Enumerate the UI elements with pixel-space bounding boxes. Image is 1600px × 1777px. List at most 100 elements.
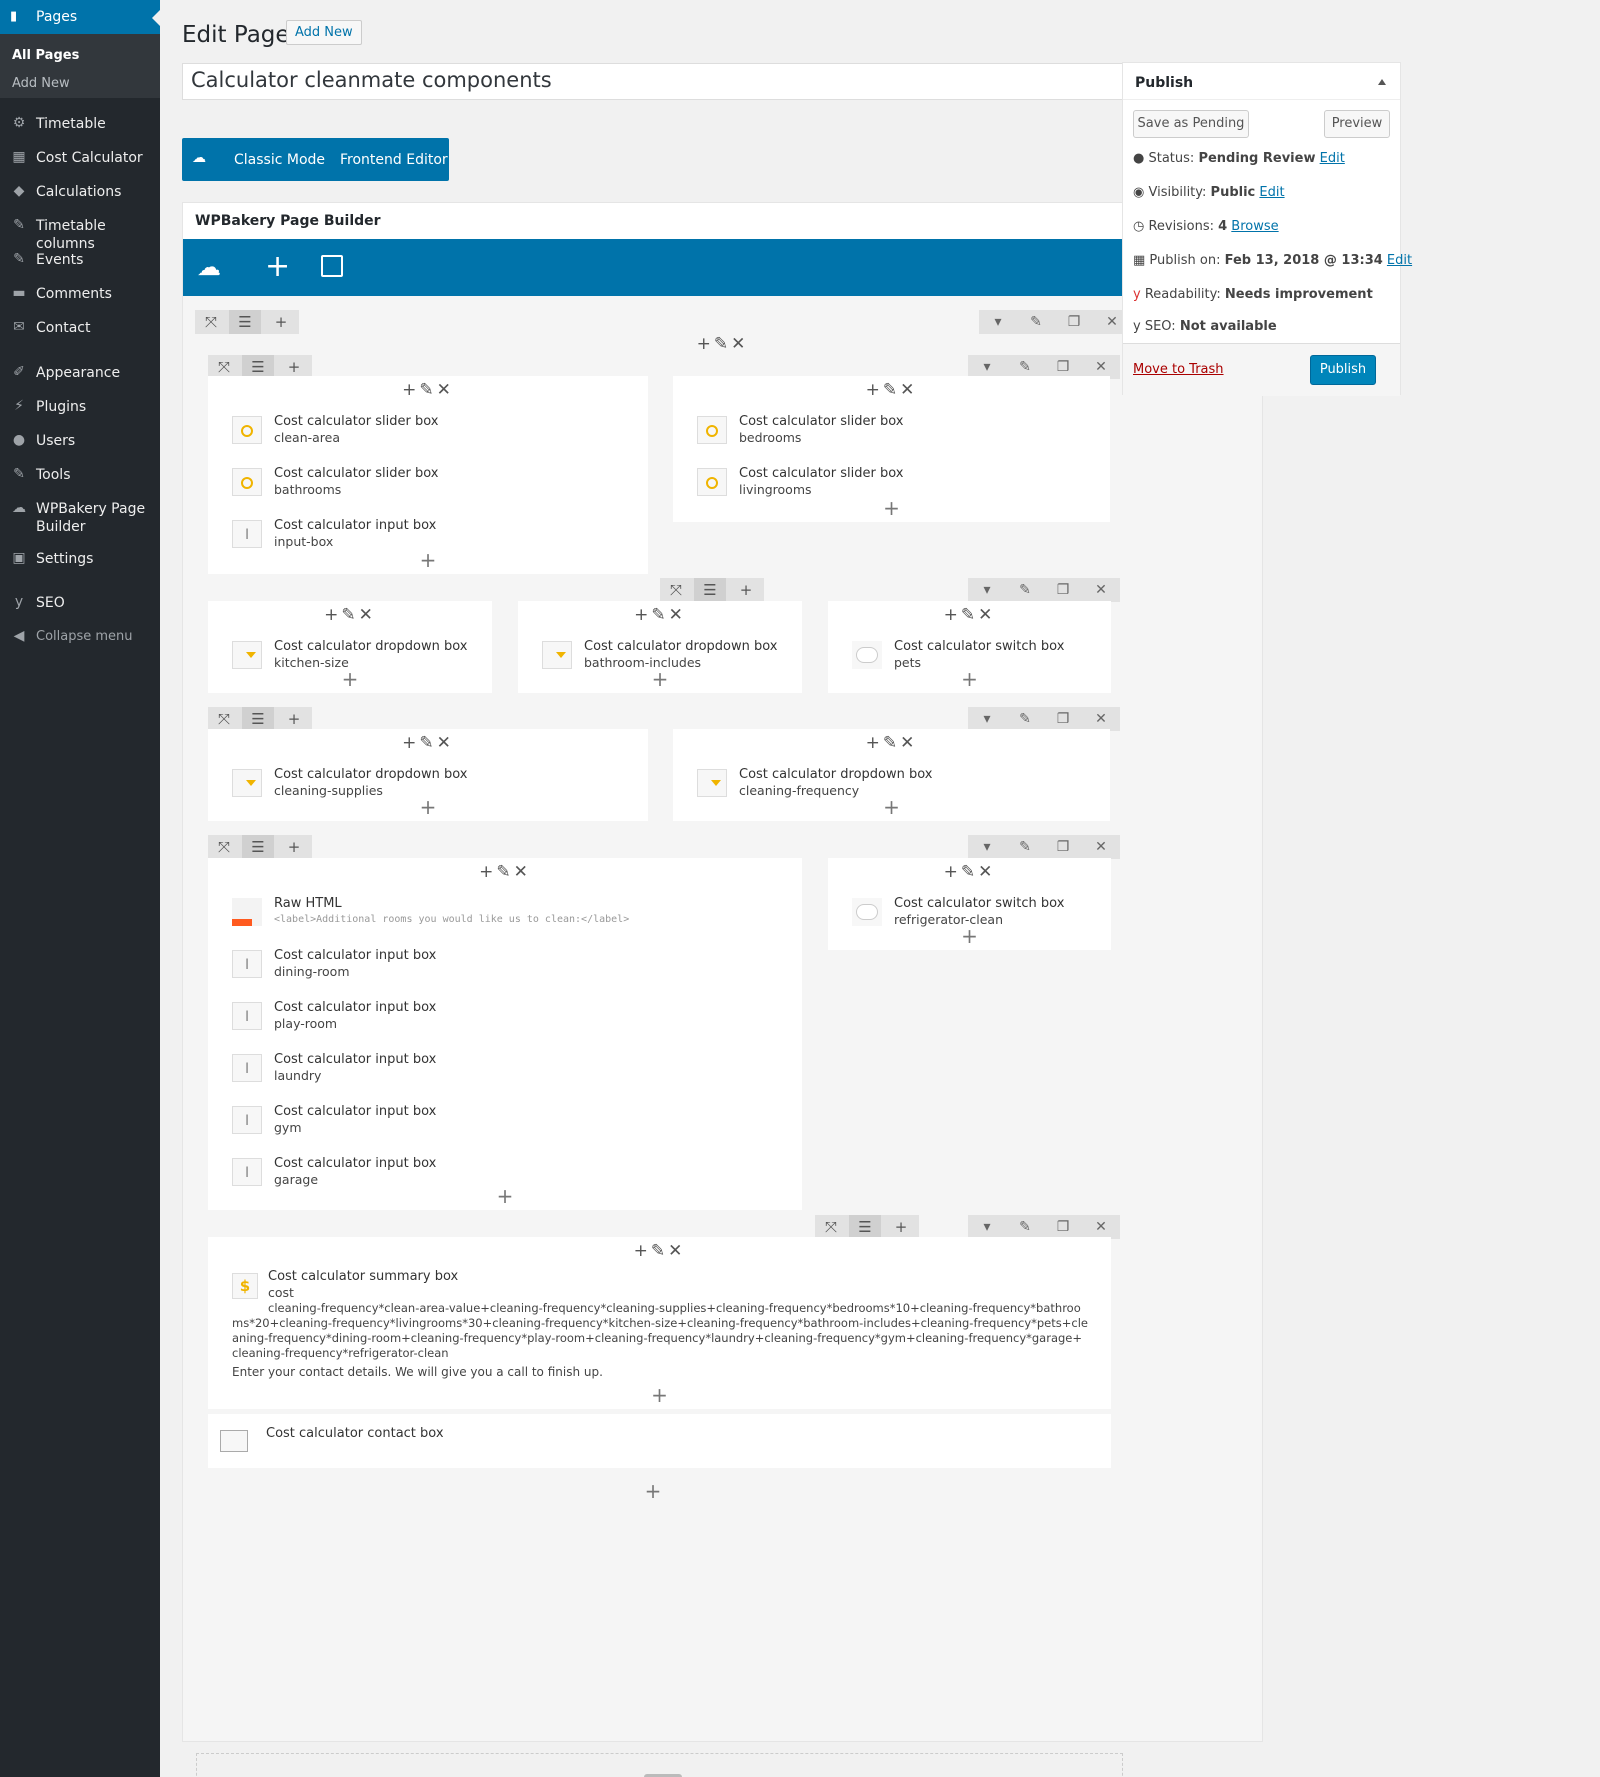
submenu-add-new[interactable]: Add New xyxy=(12,76,70,91)
summary-column: +✎✕ $ Cost calculator summary box cost clean… xyxy=(208,1237,1111,1409)
add-column-icon[interactable]: + xyxy=(265,310,297,334)
drag-row-icon[interactable]: ⤧ xyxy=(208,707,240,731)
layout-row-icon[interactable]: ☰ xyxy=(694,578,726,602)
column-controls[interactable]: +✎✕ xyxy=(828,862,1111,882)
add-element-icon[interactable]: + xyxy=(673,498,1110,518)
edit-status-link[interactable]: Edit xyxy=(1320,151,1345,166)
edit-row-icon[interactable]: ✎ xyxy=(1017,310,1055,334)
clone-row-icon[interactable]: ❐ xyxy=(1044,1215,1082,1239)
delete-row-icon[interactable]: ✕ xyxy=(1082,707,1120,731)
builder-element[interactable]: Raw HTML <label>Additional rooms you woul… xyxy=(232,896,632,932)
plug-icon: ⚡ xyxy=(14,398,24,414)
layout-row-icon[interactable]: ☰ xyxy=(242,707,274,731)
builder-element[interactable]: I Cost calculator input box dining-room xyxy=(232,948,632,984)
delete-row-icon[interactable]: ✕ xyxy=(1082,1215,1120,1239)
row-actions: ▾ ✎ ❐ ✕ xyxy=(968,578,1120,602)
add-element-icon[interactable]: + xyxy=(828,926,1111,946)
toggle-row-icon[interactable]: ▾ xyxy=(968,707,1006,731)
column-controls[interactable]: +✎✕ xyxy=(208,862,802,882)
toggle-row-icon[interactable]: ▾ xyxy=(968,578,1006,602)
edit-row-icon[interactable]: ✎ xyxy=(1006,835,1044,859)
dropdown-icon xyxy=(232,769,262,797)
column-controls[interactable]: +✎✕ xyxy=(673,733,1110,753)
user-icon: ● xyxy=(12,432,26,448)
edit-date-link[interactable]: Edit xyxy=(1387,253,1412,268)
preview-button[interactable]: Preview xyxy=(1324,110,1390,138)
element-type: Cost calculator input box xyxy=(274,1156,437,1171)
wrench-icon: ✎ xyxy=(13,466,25,482)
toggle-row-icon[interactable]: ▾ xyxy=(968,835,1006,859)
frontend-editor-button[interactable]: Frontend Editor xyxy=(340,152,448,168)
toggle-row-icon[interactable]: ▾ xyxy=(968,1215,1006,1239)
switch-icon xyxy=(852,898,882,926)
add-element-icon[interactable]: + xyxy=(208,1186,802,1206)
builder-element[interactable]: Cost calculator slider box clean-area xyxy=(232,414,632,450)
add-new-button[interactable]: Add New xyxy=(286,20,362,45)
drag-row-icon[interactable]: ⤧ xyxy=(195,310,227,334)
pin-icon: ● xyxy=(1133,151,1149,166)
add-column-icon[interactable]: + xyxy=(730,578,762,602)
column-controls[interactable]: +✎✕ xyxy=(828,605,1111,625)
drag-row-icon[interactable]: ⤧ xyxy=(815,1215,847,1239)
add-row-area[interactable]: + xyxy=(196,1753,1123,1777)
clock-icon: ◷ xyxy=(1133,219,1149,234)
element-name: bedrooms xyxy=(739,430,802,445)
builder-logo-icon[interactable]: ☁ xyxy=(197,253,221,281)
builder-element[interactable]: Cost calculator slider box bedrooms xyxy=(697,414,1097,450)
add-element-icon[interactable]: + xyxy=(828,669,1111,689)
toggle-row-icon[interactable]: ▾ xyxy=(979,310,1017,334)
add-column-icon[interactable]: + xyxy=(885,1215,917,1239)
builder-element[interactable]: I Cost calculator input box gym xyxy=(232,1104,632,1140)
input-icon: I xyxy=(232,520,262,548)
drag-row-icon[interactable]: ⤧ xyxy=(660,578,692,602)
clone-row-icon[interactable]: ❐ xyxy=(1044,578,1082,602)
clone-row-icon[interactable]: ❐ xyxy=(1055,310,1093,334)
section-controls[interactable]: +✎✕ xyxy=(183,334,1262,354)
classic-mode-button[interactable]: Classic Mode xyxy=(234,152,325,168)
column-controls[interactable]: +✎✕ xyxy=(673,380,1110,400)
column-controls[interactable]: +✎✕ xyxy=(208,380,648,400)
layout-row-icon[interactable]: ☰ xyxy=(849,1215,881,1239)
add-column-icon[interactable]: + xyxy=(278,835,310,859)
edit-visibility-link[interactable]: Edit xyxy=(1259,185,1284,200)
input-icon: I xyxy=(232,1002,262,1030)
sidebar-item-pages[interactable]: ▮ Pages xyxy=(0,0,160,34)
add-element-icon[interactable]: + xyxy=(208,797,648,817)
edit-row-icon[interactable]: ✎ xyxy=(1006,707,1044,731)
post-title-input[interactable]: Calculator cleanmate components xyxy=(182,63,1262,100)
add-column-icon[interactable]: + xyxy=(278,707,310,731)
add-element-icon[interactable]: + xyxy=(208,1385,1111,1405)
submenu-all-pages[interactable]: All Pages xyxy=(12,48,79,63)
drag-row-icon[interactable]: ⤧ xyxy=(208,835,240,859)
add-element-icon[interactable]: + xyxy=(673,797,1110,817)
edit-row-icon[interactable]: ✎ xyxy=(1006,578,1044,602)
edit-row-icon[interactable]: ✎ xyxy=(1006,1215,1044,1239)
column-controls[interactable]: +✎✕ xyxy=(518,605,802,625)
builder-element[interactable]: I Cost calculator input box laundry xyxy=(232,1052,632,1088)
templates-icon[interactable] xyxy=(321,255,343,277)
clone-row-icon[interactable]: ❐ xyxy=(1044,835,1082,859)
column-controls[interactable]: +✎✕ xyxy=(208,1241,1111,1261)
add-element-icon[interactable]: + xyxy=(183,1481,1123,1501)
move-to-trash-link[interactable]: Move to Trash xyxy=(1133,362,1224,377)
clone-row-icon[interactable]: ❐ xyxy=(1044,707,1082,731)
seo-row: y SEO: Not available xyxy=(1133,319,1277,334)
save-pending-button[interactable]: Save as Pending xyxy=(1133,110,1249,138)
column-controls[interactable]: +✎✕ xyxy=(208,605,492,625)
element-name: laundry xyxy=(274,1068,322,1083)
column-controls[interactable]: +✎✕ xyxy=(208,733,648,753)
delete-row-icon[interactable]: ✕ xyxy=(1082,578,1120,602)
element-name: input-box xyxy=(274,534,334,549)
collapse-publish-icon[interactable] xyxy=(1378,79,1386,85)
builder-element[interactable]: Cost calculator slider box bathrooms xyxy=(232,466,632,502)
add-element-icon[interactable]: + xyxy=(208,550,648,570)
layout-row-icon[interactable]: ☰ xyxy=(229,310,261,334)
add-element-icon[interactable]: + xyxy=(518,669,802,689)
delete-row-icon[interactable]: ✕ xyxy=(1082,835,1120,859)
builder-element[interactable]: I Cost calculator input box play-room xyxy=(232,1000,632,1036)
layout-row-icon[interactable]: ☰ xyxy=(242,835,274,859)
add-element-icon[interactable]: + xyxy=(208,669,492,689)
browse-revisions-link[interactable]: Browse xyxy=(1231,219,1278,234)
add-element-icon[interactable]: + xyxy=(265,249,290,284)
publish-button[interactable]: Publish xyxy=(1310,355,1376,385)
